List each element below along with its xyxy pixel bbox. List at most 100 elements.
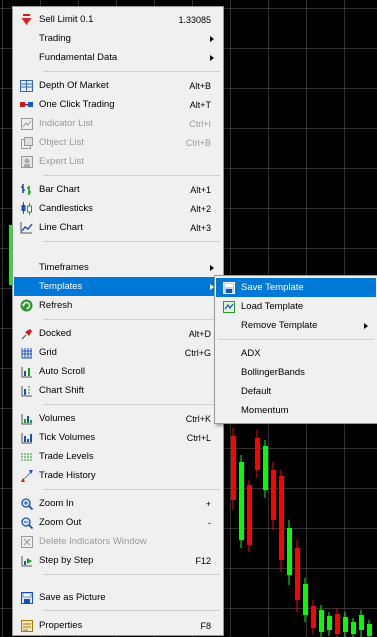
- candle-body: [287, 528, 292, 575]
- menu-item-one-click-trading[interactable]: One Click Trading Alt+T: [14, 95, 222, 114]
- shortcut-label: Alt+2: [190, 203, 211, 214]
- save-template-icon: [222, 281, 235, 294]
- trade-history-label: Trade History: [39, 470, 96, 481]
- sell-arrow-icon: [20, 13, 33, 26]
- menu-item-bar-chart[interactable]: Bar Chart Alt+1: [14, 180, 222, 199]
- shortcut-label: Alt+D: [188, 328, 211, 339]
- template-item[interactable]: BollingerBands: [216, 363, 376, 382]
- delete-indicators-window-icon: [20, 535, 33, 548]
- menu-item-tick-volumes[interactable]: Tick Volumes Ctrl+L: [14, 428, 222, 447]
- shortcut-label: F12: [195, 555, 211, 566]
- fundamental-data-label: Fundamental Data: [39, 52, 118, 63]
- volumes-icon: [20, 412, 33, 425]
- menu-item-delete-indicators-window[interactable]: Delete Indicators Window: [14, 532, 222, 551]
- menu-item-zoom-in[interactable]: Zoom In +: [14, 494, 222, 513]
- zoom-in-icon: [20, 497, 33, 510]
- menu-item-line-chart[interactable]: Line Chart Alt+3: [14, 218, 222, 237]
- step-by-step-icon: [20, 554, 33, 567]
- bar-chart-label: Bar Chart: [39, 184, 80, 195]
- candle-body: [359, 615, 364, 630]
- candlesticks-icon: [20, 202, 33, 215]
- menu-separator: [43, 71, 220, 72]
- refresh-icon: [20, 299, 33, 312]
- template-item[interactable]: ADX: [216, 344, 376, 363]
- candlesticks-label: Candlesticks: [39, 203, 93, 214]
- menu-item-candlesticks[interactable]: Candlesticks Alt+2: [14, 199, 222, 218]
- line-chart-label: Line Chart: [39, 222, 83, 233]
- sell-limit-label: Sell Limit 0.1: [39, 14, 94, 25]
- menu-item-object-list[interactable]: Object List Ctrl+B: [14, 133, 222, 152]
- candle-body: [327, 616, 332, 630]
- properties-label: Properties: [39, 620, 83, 631]
- template-item[interactable]: Momentum: [216, 401, 376, 420]
- templates-label: Templates: [39, 281, 83, 292]
- depth-of-market-icon: [20, 79, 33, 92]
- submenu-arrow-icon: [364, 322, 368, 329]
- menu-item-properties[interactable]: Properties F8: [14, 616, 222, 635]
- trading-label: Trading: [39, 33, 71, 44]
- shortcut-label: Ctrl+B: [185, 137, 211, 148]
- candle-body: [335, 614, 340, 634]
- properties-icon: [20, 619, 33, 632]
- candle-body: [311, 606, 316, 628]
- menu-item-templates[interactable]: Templates: [14, 277, 222, 296]
- menu-item-auto-scroll[interactable]: Auto Scroll: [14, 362, 222, 381]
- menu-separator: [43, 610, 220, 611]
- chart-shift-label: Chart Shift: [39, 385, 84, 396]
- menu-item-timeframes[interactable]: Timeframes: [14, 258, 222, 277]
- menu-item-grid[interactable]: Grid Ctrl+G: [14, 343, 222, 362]
- chart-window[interactable]: Sell Limit 0.1 1.33085 Trading Fundament…: [0, 0, 377, 637]
- load-template-label: Load Template: [241, 301, 304, 312]
- submenu-arrow-icon: [210, 35, 214, 42]
- tick-volumes-icon: [20, 431, 33, 444]
- menu-item-refresh[interactable]: Refresh: [14, 296, 222, 315]
- menu-item-indicator-list[interactable]: Indicator List Ctrl+I: [14, 114, 222, 133]
- menu-item-expert-list[interactable]: Expert List: [14, 152, 222, 171]
- pin-icon: [20, 327, 33, 340]
- auto-scroll-label: Auto Scroll: [39, 366, 85, 377]
- menu-separator: [43, 241, 220, 242]
- grid-label: Grid: [39, 347, 57, 358]
- chart-shift-icon: [20, 384, 33, 397]
- menu-item-trading[interactable]: Trading: [14, 29, 222, 48]
- template-item[interactable]: Default: [216, 382, 376, 401]
- menu-item-step-by-step[interactable]: Step by Step F12: [14, 551, 222, 570]
- menu-item-docked[interactable]: Docked Alt+D: [14, 324, 222, 343]
- shortcut-label: Ctrl+I: [189, 118, 211, 129]
- zoom-out-label: Zoom Out: [39, 517, 82, 528]
- menu-item-fundamental-data[interactable]: Fundamental Data: [14, 48, 222, 67]
- tick-volumes-label: Tick Volumes: [39, 432, 96, 443]
- menu-item-zoom-out[interactable]: Zoom Out -: [14, 513, 222, 532]
- template-name: Default: [241, 386, 272, 397]
- save-as-picture-label: Save as Picture: [39, 592, 106, 603]
- templates-submenu: Save Template Load Template Remove Templ…: [214, 275, 377, 424]
- submenu-item-load-template[interactable]: Load Template: [216, 297, 376, 316]
- step-by-step-label: Step by Step: [39, 555, 94, 566]
- refresh-label: Refresh: [39, 300, 73, 311]
- save-template-label: Save Template: [241, 282, 304, 293]
- timeframes-label: Timeframes: [39, 262, 89, 273]
- submenu-item-save-template[interactable]: Save Template: [216, 278, 376, 297]
- candle-body: [343, 617, 348, 632]
- expert-list-label: Expert List: [39, 156, 84, 167]
- candle-body: [319, 610, 324, 632]
- menu-item-chart-shift[interactable]: Chart Shift: [14, 381, 222, 400]
- menu-separator: [43, 574, 220, 575]
- submenu-item-remove-template[interactable]: Remove Template: [216, 316, 376, 335]
- candle-body: [303, 584, 308, 615]
- menu-item-trade-levels[interactable]: Trade Levels: [14, 447, 222, 466]
- shortcut-label: +: [205, 498, 211, 509]
- menu-item-sell-limit[interactable]: Sell Limit 0.1 1.33085: [14, 10, 222, 29]
- save-as-picture-icon: [20, 591, 33, 604]
- line-chart-icon: [20, 221, 33, 234]
- shortcut-label: Ctrl+L: [186, 432, 211, 443]
- template-name: Momentum: [241, 405, 289, 416]
- menu-item-save-as-picture[interactable]: Save as Picture: [14, 588, 222, 607]
- expert-list-icon: [20, 155, 33, 168]
- indicator-list-label: Indicator List: [39, 118, 93, 129]
- menu-item-trade-history[interactable]: Trade History: [14, 466, 222, 485]
- menu-item-depth-of-market[interactable]: Depth Of Market Alt+B: [14, 76, 222, 95]
- menu-item-volumes[interactable]: Volumes Ctrl+K: [14, 409, 222, 428]
- object-list-icon: [20, 136, 33, 149]
- remove-template-label: Remove Template: [241, 320, 318, 331]
